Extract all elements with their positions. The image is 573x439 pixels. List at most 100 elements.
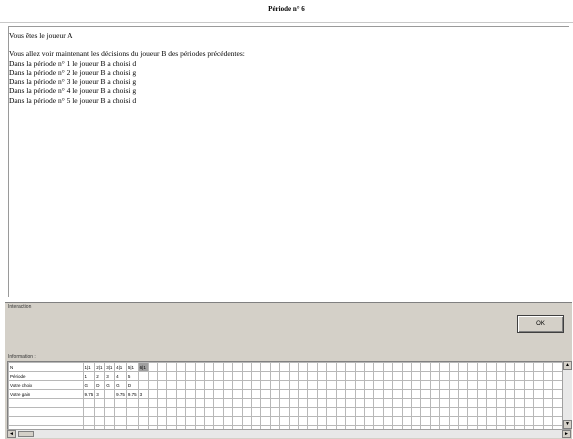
grid-cell[interactable]	[307, 362, 318, 372]
grid-cell[interactable]	[8, 416, 84, 426]
grid-cell[interactable]	[114, 407, 127, 417]
grid-cell[interactable]	[175, 371, 187, 381]
grid-cell[interactable]	[8, 407, 84, 417]
grid-cell[interactable]	[392, 398, 403, 408]
grid-cell[interactable]	[194, 362, 206, 372]
grid-cell[interactable]: 9.75	[125, 389, 139, 399]
grid-cell[interactable]	[439, 389, 450, 399]
grid-cell[interactable]	[104, 407, 116, 417]
grid-cell[interactable]	[316, 416, 328, 426]
grid-cell[interactable]	[495, 380, 507, 390]
history-grid[interactable]: N 1|1 2|1 3|1 4|1 5|1 6|1 Période 1 2 3 4 5 Votre cho…	[7, 361, 564, 431]
grid-cell[interactable]: 2	[94, 371, 106, 381]
grid-cell[interactable]	[345, 389, 356, 399]
grid-cell[interactable]	[251, 371, 262, 381]
grid-cell[interactable]	[382, 371, 394, 381]
grid-cell[interactable]	[156, 371, 168, 381]
grid-cell[interactable]	[251, 416, 262, 426]
grid-cell[interactable]	[476, 407, 488, 417]
grid-cell[interactable]	[354, 380, 365, 390]
grid-cell[interactable]	[326, 398, 337, 408]
grid-cell[interactable]	[363, 371, 375, 381]
grid-cell[interactable]	[504, 398, 516, 408]
grid-cell[interactable]	[222, 416, 234, 426]
grid-cell[interactable]	[335, 362, 347, 372]
grid-cell[interactable]	[241, 398, 253, 408]
grid-cell[interactable]	[354, 398, 365, 408]
grid-cell[interactable]	[137, 416, 149, 426]
grid-cell[interactable]	[486, 380, 497, 390]
grid-cell[interactable]	[552, 389, 563, 399]
grid-cell[interactable]	[147, 362, 159, 372]
grid-cell[interactable]	[363, 362, 375, 372]
grid-cell[interactable]	[241, 362, 253, 372]
grid-cell[interactable]	[401, 371, 412, 381]
grid-cell[interactable]	[203, 380, 215, 390]
grid-cell[interactable]	[504, 407, 516, 417]
grid-cell[interactable]	[82, 407, 96, 417]
grid-cell[interactable]	[222, 389, 234, 399]
grid-cell[interactable]	[269, 416, 281, 426]
grid-cell[interactable]	[156, 416, 168, 426]
grid-cell[interactable]	[269, 380, 281, 390]
grid-cell[interactable]	[420, 389, 431, 399]
grid-cell[interactable]	[298, 398, 309, 408]
grid-cell[interactable]	[232, 362, 243, 372]
grid-cell[interactable]	[533, 416, 544, 426]
grid-cell[interactable]	[476, 389, 488, 399]
grid-cell[interactable]	[8, 398, 84, 408]
grid-cell[interactable]	[345, 407, 356, 417]
grid-cell[interactable]	[232, 371, 243, 381]
grid-cell[interactable]: 5|1	[125, 362, 139, 372]
grid-cell[interactable]	[166, 407, 177, 417]
grid-cell[interactable]	[457, 371, 469, 381]
grid-cell[interactable]: 4	[114, 371, 127, 381]
grid-cell[interactable]	[137, 380, 149, 390]
grid-cell[interactable]	[354, 416, 365, 426]
grid-cell[interactable]	[307, 380, 318, 390]
grid-cell[interactable]	[392, 371, 403, 381]
grid-cell[interactable]	[307, 416, 318, 426]
grid-cell[interactable]	[495, 389, 507, 399]
scroll-right-icon[interactable]: ►	[562, 430, 571, 438]
grid-cell[interactable]	[260, 398, 271, 408]
grid-cell[interactable]	[523, 389, 535, 399]
grid-cell[interactable]	[429, 371, 441, 381]
grid-cell[interactable]: 9.75	[82, 389, 96, 399]
grid-cell[interactable]	[213, 407, 224, 417]
grid-cell[interactable]	[523, 416, 535, 426]
grid-cell[interactable]	[467, 407, 478, 417]
grid-cell[interactable]: D	[125, 380, 139, 390]
grid-cell[interactable]	[203, 389, 215, 399]
grid-cell[interactable]: 5	[125, 371, 139, 381]
grid-cell[interactable]	[420, 371, 431, 381]
grid-cell[interactable]	[354, 407, 365, 417]
grid-cell[interactable]	[533, 398, 544, 408]
grid-cell[interactable]	[363, 416, 375, 426]
grid-cell[interactable]	[410, 380, 422, 390]
grid-cell[interactable]	[486, 362, 497, 372]
grid-cell[interactable]	[335, 416, 347, 426]
grid-cell[interactable]	[222, 407, 234, 417]
grid-cell[interactable]	[467, 362, 478, 372]
grid-cell[interactable]	[533, 380, 544, 390]
grid-cell[interactable]	[420, 380, 431, 390]
grid-cell[interactable]	[260, 362, 271, 372]
grid-cell[interactable]	[523, 371, 535, 381]
scroll-left-icon[interactable]: ◄	[7, 430, 16, 438]
grid-cell[interactable]	[439, 416, 450, 426]
grid-cell[interactable]	[429, 389, 441, 399]
grid-cell[interactable]	[542, 407, 554, 417]
grid-cell[interactable]	[222, 380, 234, 390]
grid-cell[interactable]	[354, 371, 365, 381]
grid-cell[interactable]	[392, 380, 403, 390]
grid-cell[interactable]	[326, 380, 337, 390]
grid-cell[interactable]	[213, 389, 224, 399]
grid-cell[interactable]	[125, 398, 139, 408]
grid-cell[interactable]	[94, 416, 106, 426]
grid-cell[interactable]	[251, 389, 262, 399]
grid-cell[interactable]	[104, 416, 116, 426]
grid-cell[interactable]	[269, 398, 281, 408]
grid-cell[interactable]	[467, 371, 478, 381]
grid-cell[interactable]	[467, 398, 478, 408]
